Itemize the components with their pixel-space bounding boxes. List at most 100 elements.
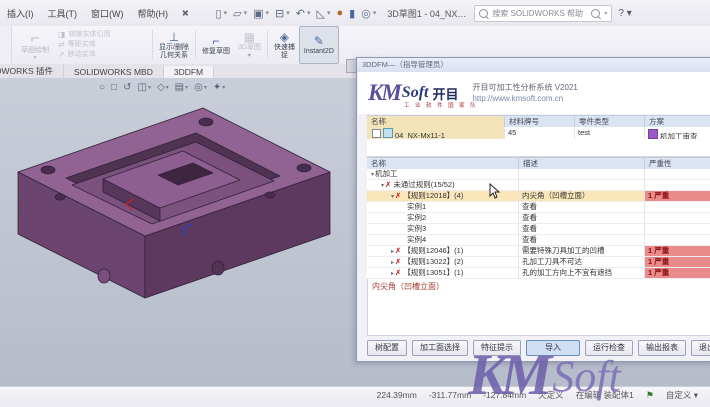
sketch-entity-list: ◨ 转换实体引用 ⇄ 等距实体 ↗ 移动实体 [58,30,111,59]
import-button[interactable]: 导入 [526,340,580,356]
tab-3ddfm[interactable]: 3DDFM [163,66,215,78]
expander-icon[interactable]: ▸ [391,260,394,266]
run-check-button[interactable]: 运行检查 [585,340,633,356]
result-row-instance-2[interactable]: 实例2 查看 [367,213,710,224]
rebuild-button[interactable]: ● [336,7,343,19]
save-button[interactable]: ▣ ▾ [253,7,269,20]
search-placeholder: 搜索 SOLIDWORKS 帮助 [492,8,584,18]
hide-show-items-icon[interactable]: ◎ ▾ [194,82,207,93]
status-bar: 224.39mm -311.77mm -127.84mm 欠定义 在编辑 装配体… [0,386,710,403]
dfm-dialog-title[interactable]: 3DDFM—（指导管理员） [357,58,710,73]
view-orientation-icon[interactable]: ◇ ▾ [157,82,169,93]
display-delete-relations-button[interactable]: ⊥ 显示/删除 几何关系 [155,26,193,64]
tree-config-button[interactable]: 树配置 [367,340,407,356]
result-row-failed-group[interactable]: ▾✗ 未通过规则(15/52) [367,180,710,191]
undo-button[interactable]: ↶ ▾ [296,7,311,20]
result-row-rule-13022[interactable]: ▸✗ 【规则13022】(2) 孔加工刀具不可达 1 严重 [367,257,710,268]
undo-icon: ↶ [295,7,305,20]
new-document-icon: ▯ [215,7,222,20]
result-row-rule-13051[interactable]: ▸✗ 【规则13051】(1) 孔的加工方向上不宜有遮挡 1 严重 [367,268,710,279]
mouse-cursor [489,183,501,199]
fail-icon: ✗ [395,268,402,277]
custom-toolbar-toggle[interactable]: 自定义 ▾ [666,389,698,401]
severity-badge: 1 严重 [645,268,710,278]
expander-icon[interactable]: ▾ [371,172,374,178]
result-row-machining[interactable]: ▾机加工 [367,169,710,180]
pin-icon[interactable]: ✚ [178,6,191,19]
3d-sketch-icon: ▦ [243,30,256,45]
expander-icon[interactable]: ▾ [381,183,384,189]
heads-up-view-toolbar: ○ □ ↺ ◫ ▾ ◇ ▾ ▤ ▾ ◎ ▾ ✦ ▾ [96,82,228,93]
view-link[interactable]: 查看 [519,202,645,212]
feature-hint-button[interactable]: 特征提示 [473,340,521,356]
new-document-button[interactable]: ▯ ▾ [216,7,228,20]
view-link[interactable]: 查看 [519,224,645,234]
mold-plate-3d-model[interactable] [8,100,342,342]
display-style-icon[interactable]: ▤ ▾ [175,82,188,93]
view-settings-icon[interactable]: ✦ ▾ [213,82,225,93]
menu-tools[interactable]: 工具(T) [41,7,85,20]
title-bar: 插入(I) 工具(T) 窗口(W) 帮助(H) ✚ ▯ ▾ ▱ ▾ ▣ ▾ ⊟ ▾ ↶ ▾… [0,0,710,27]
severity-badge: 1 严重 [645,257,710,267]
options-button[interactable]: ▮ [349,7,355,20]
open-button[interactable]: ▱ ▾ [233,7,247,20]
appearance-icon: ◎ [361,7,371,20]
section-view-icon[interactable]: ◫ ▾ [137,82,150,93]
scheme-icon [648,129,658,139]
part-icon [383,128,393,138]
result-row-instance-3[interactable]: 实例3 查看 [367,224,710,235]
fail-icon: ✗ [395,257,402,266]
coord-z: -127.84mm [483,390,527,400]
result-row-instance-1[interactable]: 实例1 查看 [367,202,710,213]
instant2d-button[interactable]: ✎ Instant2D [298,26,339,64]
search-input[interactable]: 搜索 SOLIDWORKS 帮助 ▾ [474,4,613,22]
result-row-rule-12018[interactable]: ▾✗ 【规则12018】(4) 内尖角（凹槽立面） 1 严重 [367,191,710,202]
quick-snaps-button[interactable]: ◈ 快速捕 捉 [270,26,299,64]
parts-table-empty [367,139,710,157]
export-report-button[interactable]: 输出报表 [638,340,686,356]
help-button[interactable]: ? ▾ [618,8,631,19]
coord-y: -311.77mm [428,390,472,400]
open-folder-icon: ▱ [233,7,242,20]
search-go-icon [591,8,601,18]
product-url: http://www.kmsoft.com.cn [472,94,564,103]
menu-help[interactable]: 帮助(H) [131,7,176,20]
flag-icon: ⚑ [645,389,654,400]
menu-window[interactable]: 窗口(W) [84,7,131,20]
print-button[interactable]: ⊟ ▾ [275,7,290,20]
menu-insert[interactable]: 插入(I) [0,7,41,20]
exit-button[interactable]: 退出 [691,340,710,356]
appearance-button[interactable]: ◎ ▾ [361,7,376,20]
instant2d-icon: ✎ [313,33,324,48]
sketch-button: ⌐ 草图绘制 ▾ [21,29,49,61]
tab-solidworks-mbd[interactable]: SOLIDWORKS MBD [64,66,164,78]
view-link[interactable]: 查看 [519,213,645,223]
expander-icon[interactable]: ▸ [391,249,394,255]
result-row-rule-12046[interactable]: ▸✗ 【规则12046】(1) 需要特殊刀具加工的凹槽 1 严重 [367,246,710,257]
fail-icon: ✗ [385,180,392,189]
save-icon: ▣ [253,7,264,20]
definition-state: 欠定义 [538,390,564,400]
ribbon-edge-button[interactable] [0,26,12,64]
expander-icon[interactable]: ▸ [391,271,394,277]
rebuild-icon: ● [336,7,344,19]
repair-sketch-button[interactable]: ⌐ 修复草图 [198,26,234,64]
repair-sketch-icon: ⌐ [212,33,220,48]
result-row-instance-4[interactable]: 实例4 查看 [367,235,710,246]
tab-solidworks-addins[interactable]: SOLIDWORKS 插件 [0,64,64,78]
view-link[interactable]: 查看 [519,235,645,245]
part-checkbox[interactable] [372,129,381,138]
previous-view-icon[interactable]: ↺ [123,82,131,93]
kmsoft-logo-icon: KM [368,80,402,105]
editing-target: 在编辑 装配体1 [575,390,634,400]
zoom-area-icon[interactable]: □ [111,82,117,93]
3d-sketch-button: ▦ 3D草图 ▾ [237,30,261,59]
expander-icon[interactable]: ▾ [391,194,394,200]
logo-tagline: 工 业 软 件 国 家 队 [404,103,478,109]
kmsoft-logo-band: KM Soft 开目 工 业 软 件 国 家 队 开目可加工性分析系统 V202… [358,72,710,114]
machining-face-select-button[interactable]: 加工面选择 [412,340,468,356]
zoom-fit-icon[interactable]: ○ [99,82,105,93]
select-button[interactable]: ◺ ▾ [317,7,331,20]
dfm-button-row: 树配置 加工面选择 特征提示 导入 运行检查 输出报表 退出 [367,340,710,356]
sketch-icon: ⌐ [30,29,40,47]
